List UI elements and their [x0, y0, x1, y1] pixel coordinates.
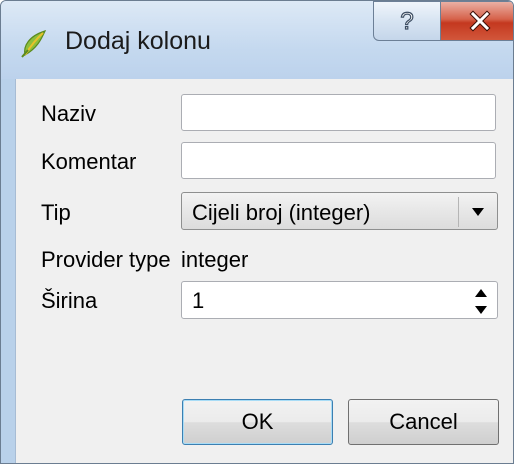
type-label: Tip [41, 200, 71, 225]
width-label: Širina [41, 288, 98, 313]
type-select[interactable]: Cijeli broj (integer) [181, 192, 498, 230]
chevron-down-icon[interactable] [469, 204, 487, 220]
spinbox-buttons [467, 284, 495, 318]
width-spinbox-value: 1 [192, 288, 205, 313]
name-input[interactable] [181, 94, 496, 131]
comment-label: Komentar [41, 149, 137, 174]
spin-up-button[interactable] [467, 284, 495, 301]
dialog-window: Dodaj kolonu ? Naziv Komentar Tip Cijeli… [0, 0, 514, 464]
type-select-divider [458, 197, 459, 227]
spin-down-button[interactable] [467, 301, 495, 318]
help-button[interactable]: ? [373, 1, 441, 41]
name-label: Naziv [41, 101, 97, 126]
svg-text:?: ? [400, 8, 413, 34]
width-spinbox[interactable]: 1 [181, 281, 498, 319]
dialog-body: Naziv Komentar Tip Cijeli broj (integer)… [15, 79, 513, 463]
close-icon [469, 10, 491, 32]
provider-type-value: integer [181, 247, 249, 272]
triangle-down-icon [475, 305, 487, 314]
triangle-up-icon [475, 288, 487, 297]
title-bar[interactable]: Dodaj kolonu ? [1, 1, 513, 79]
qgis-leaf-icon [21, 30, 47, 58]
ok-button[interactable]: OK [182, 399, 333, 445]
cancel-button[interactable]: Cancel [348, 399, 499, 445]
type-select-value: Cijeli broj (integer) [192, 200, 371, 225]
provider-type-label: Provider type [41, 247, 171, 272]
help-icon: ? [400, 8, 415, 34]
window-title: Dodaj kolonu [65, 27, 211, 55]
close-button[interactable] [440, 1, 513, 41]
comment-input[interactable] [181, 142, 496, 179]
